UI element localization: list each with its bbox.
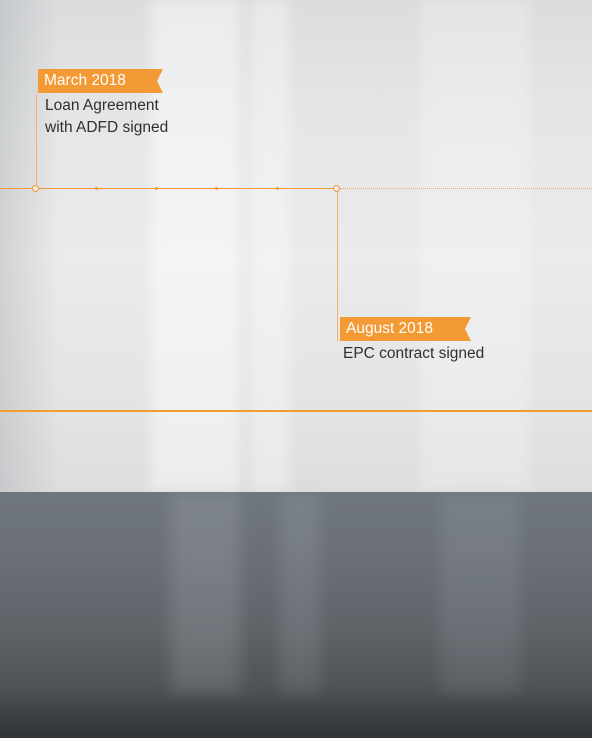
event-date-tag: August 2018	[340, 317, 471, 341]
event-description-line: EPC contract signed	[343, 345, 485, 362]
timeline-tick-dot	[276, 187, 279, 190]
event-date-label: March 2018	[44, 72, 126, 89]
timeline-axis-dotted	[340, 188, 592, 189]
timeline-page: March 2018 Loan Agreement with ADFD sign…	[0, 0, 592, 738]
timeline-tick-dot	[95, 187, 98, 190]
timeline-event-marker	[32, 185, 39, 192]
event-description-line: with ADFD signed	[45, 119, 169, 136]
timeline-tick-dot	[215, 187, 218, 190]
background-light-streak	[150, 0, 240, 492]
background-light-streak	[420, 0, 530, 492]
timeline-axis-solid	[0, 188, 336, 189]
event-connector-line	[337, 191, 338, 341]
event-date-label: August 2018	[346, 320, 434, 337]
timeline-tick-dot	[155, 187, 158, 190]
event-connector-line	[36, 94, 37, 186]
event-description: EPC contract signed	[343, 343, 563, 365]
floor-reflection	[280, 492, 320, 692]
event-description: Loan Agreement with ADFD signed	[45, 95, 265, 139]
event-description-line: Loan Agreement	[45, 97, 159, 114]
section-divider	[0, 410, 592, 412]
timeline-event-marker	[333, 185, 340, 192]
floor-reflection	[440, 492, 520, 692]
background-light-streak	[250, 0, 290, 492]
floor-reflection	[170, 492, 240, 692]
floor-shadow	[0, 692, 592, 738]
event-date-tag: March 2018	[38, 69, 163, 93]
